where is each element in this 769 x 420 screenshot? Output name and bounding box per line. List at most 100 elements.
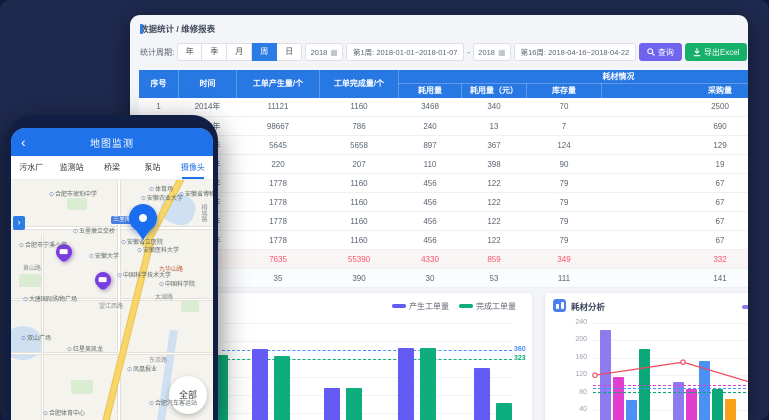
table-cell: 1160: [320, 98, 399, 117]
all-filter-button[interactable]: 全部: [169, 376, 207, 414]
table-cell: 690: [602, 117, 749, 136]
reference-line: [593, 388, 748, 389]
chart-bar: [699, 361, 710, 420]
legend-label: 产生工单量: [409, 302, 449, 311]
end-year-select[interactable]: 2018 ▦: [473, 43, 511, 61]
period-option-日[interactable]: 日: [277, 43, 302, 61]
map-poi-label: 红星美凯龙: [67, 344, 103, 353]
table-cell: 1778: [237, 193, 320, 212]
tab-监测站[interactable]: 监测站: [51, 156, 91, 179]
period-option-周[interactable]: 周: [252, 43, 277, 61]
table-cell: 240: [399, 117, 462, 136]
map-road-label: 黄山路: [23, 263, 41, 272]
calendar-icon: ▦: [330, 48, 338, 57]
tab-摄像头[interactable]: 摄像头: [173, 156, 213, 179]
report-table-wrap: 序号时间工单产生量/个工单完成量/个耗材情况耗用量耗用量（元）库存量采购量120…: [138, 69, 748, 288]
y-axis-tick: 40: [567, 406, 587, 413]
table-row: 62019年177811604561227967: [139, 193, 749, 212]
table-cell: 5658: [320, 136, 399, 155]
legend-label: 完成工单量: [476, 302, 516, 311]
table-cell: 398: [462, 155, 527, 174]
group-header: 耗材情况: [399, 70, 749, 84]
camera-marker[interactable]: [92, 269, 115, 292]
query-button-label: 查询: [658, 47, 674, 58]
chart-bar: [420, 348, 436, 420]
average-cell: 390: [320, 269, 399, 288]
tab-泵站[interactable]: 泵站: [132, 156, 172, 179]
total-cell: 55390: [320, 250, 399, 269]
selected-location-pin[interactable]: [129, 204, 157, 232]
phone-tab-bar: 污水厂监测站桥梁泵站摄像头: [11, 156, 213, 180]
map-poi-label: 安徽大学: [89, 251, 119, 260]
map-park: [181, 300, 199, 312]
filter-toolbar: 统计周期: 年季月周日 2018 ▦ 第1周: 2018-01-01~2018-…: [140, 43, 747, 61]
phone-title: 地图监测: [90, 135, 134, 150]
gridline: [593, 340, 748, 341]
end-week-input[interactable]: 第16周: 2018-04-16~2018-04-22: [514, 43, 636, 61]
map-view[interactable]: 三里庵 › 全部 体育场合肥市琥珀中学安徽农业大学安徽省博物馆五里墩立交桥安徽省…: [11, 180, 213, 420]
reference-label: 323: [514, 355, 526, 362]
expand-panel-button[interactable]: ›: [13, 216, 25, 230]
breadcrumb-text: 数据统计 / 维修报表: [140, 23, 215, 35]
chart-bar: [600, 330, 611, 420]
table-cell: 7: [527, 117, 602, 136]
column-header: 时间: [179, 70, 237, 98]
legend-item-completed[interactable]: 完成工单量: [459, 301, 516, 312]
table-row: 32016年56455658897367124129: [139, 136, 749, 155]
active-tab-underline: [182, 177, 204, 179]
table-cell: 122: [462, 193, 527, 212]
table-cell: 1160: [320, 212, 399, 231]
total-cell: 4330: [399, 250, 462, 269]
query-button[interactable]: 查询: [639, 43, 682, 61]
map-poi-label: 体育场: [149, 184, 173, 193]
chart-bar: [252, 349, 268, 420]
tab-污水厂[interactable]: 污水厂: [11, 156, 51, 179]
back-chevron-icon[interactable]: ‹: [21, 135, 27, 149]
admin-window: 数据统计 / 维修报表 统计周期: 年季月周日 2018 ▦ 第1周: 2018…: [130, 15, 748, 420]
period-option-年[interactable]: 年: [177, 43, 202, 61]
table-cell: 207: [320, 155, 399, 174]
total-row: 合计7635553904330859349332: [139, 250, 749, 269]
range-separator: -: [467, 48, 470, 57]
table-cell: 3468: [399, 98, 462, 117]
table-cell: 456: [399, 231, 462, 250]
table-row: 82021年177811604561227967: [139, 231, 749, 250]
reference-label: 360: [514, 346, 526, 353]
chart-bar: [496, 403, 512, 420]
sub-column-header: 库存量: [527, 84, 602, 98]
chart-bar: [274, 356, 290, 420]
average-cell: 30: [399, 269, 462, 288]
map-road-label: 九华山路: [159, 264, 183, 273]
tab-桥梁[interactable]: 桥梁: [92, 156, 132, 179]
table-cell: 1160: [320, 231, 399, 250]
start-week-input[interactable]: 第1周: 2018-01-01~2018-01-07: [346, 43, 464, 61]
legend-item-generated[interactable]: 产生工单量: [392, 301, 449, 312]
table-cell: 1778: [237, 174, 320, 193]
average-row: 平均值353903053111141: [139, 269, 749, 288]
period-option-月[interactable]: 月: [227, 43, 252, 61]
total-cell: 349: [527, 250, 602, 269]
workorder-chart-legend: 产生工单量 完成工单量: [392, 301, 516, 312]
gridline: [593, 358, 748, 359]
period-option-季[interactable]: 季: [202, 43, 227, 61]
sub-column-header: 耗用量（元）: [462, 84, 527, 98]
table-cell: 70: [527, 98, 602, 117]
map-road: [41, 235, 44, 420]
table-cell: 110: [399, 155, 462, 174]
chart-bar: [613, 377, 624, 420]
gridline: [222, 341, 512, 342]
start-year-select[interactable]: 2018 ▦: [305, 43, 343, 61]
table-cell: 456: [399, 212, 462, 231]
table-cell: 122: [462, 212, 527, 231]
export-excel-button[interactable]: 导出Excel: [685, 43, 748, 61]
chart-bar: [346, 388, 362, 420]
y-axis-tick: 200: [567, 336, 587, 343]
map-park: [71, 380, 93, 394]
table-cell: 90: [527, 155, 602, 174]
map-road-label: 太湖路: [155, 292, 173, 301]
map-poi-label: 合肥汽车客运站: [149, 398, 197, 407]
consumable-chart-title: 耗材分析: [571, 301, 605, 313]
sub-column-header: 采购量: [602, 84, 749, 98]
column-header: 工单完成量/个: [320, 70, 399, 98]
chart-bar: [626, 400, 637, 420]
